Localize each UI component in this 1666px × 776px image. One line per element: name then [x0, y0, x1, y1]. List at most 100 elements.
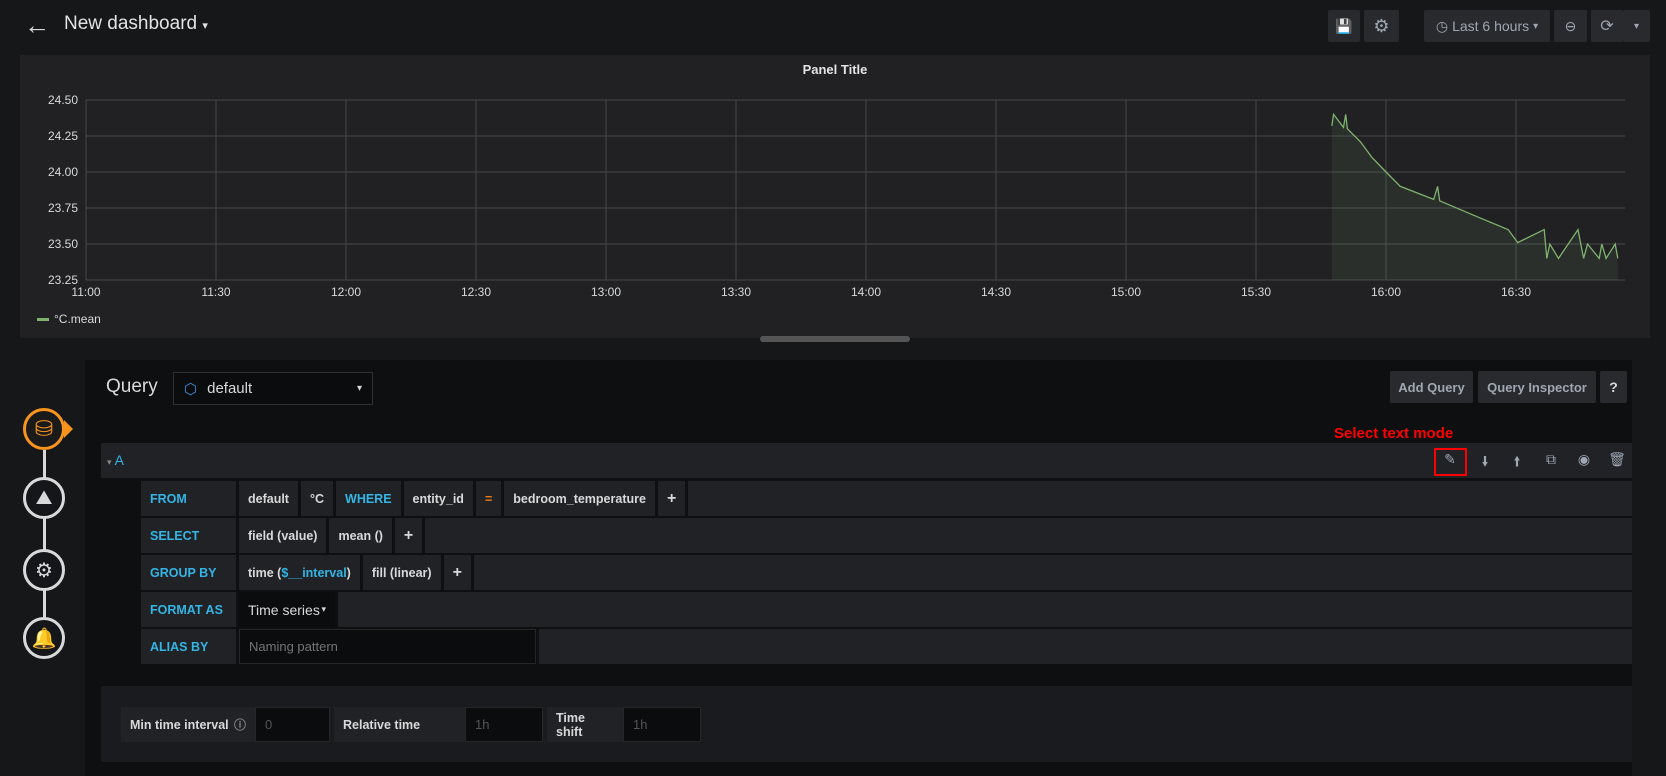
save-button[interactable]: 💾	[1328, 10, 1360, 42]
caret-down-icon: ▾	[321, 604, 326, 614]
settings-button[interactable]: ⚙	[1364, 10, 1399, 42]
query-options: Min time interval ⓘ 0 Relative time 1h Ti…	[121, 707, 701, 742]
time-group-segment[interactable]: time ($__interval)	[239, 555, 360, 590]
from-label: FROM	[141, 481, 236, 516]
series-area	[1331, 114, 1618, 281]
x-tick-label: 16:00	[1371, 285, 1401, 299]
x-tick-label: 11:30	[201, 285, 230, 299]
gear-icon: ⚙	[1373, 15, 1390, 36]
time-range-label: Last 6 hours	[1452, 18, 1530, 34]
database-icon: ⛁	[34, 416, 54, 441]
refresh-interval-dropdown[interactable]: ▾	[1623, 10, 1650, 42]
x-tick-label: 12:30	[461, 285, 491, 299]
add-query-button[interactable]: Add Query	[1390, 371, 1473, 403]
legend-item[interactable]: °C.mean	[37, 312, 101, 326]
tag-value-segment[interactable]: bedroom_temperature	[504, 481, 655, 516]
x-tick-label: 15:30	[1241, 285, 1271, 299]
x-tick-label: 13:30	[721, 285, 751, 299]
x-tick-label: 15:00	[1111, 285, 1141, 299]
rail-queries-button[interactable]: ⛁	[23, 408, 65, 450]
legend-label: °C.mean	[54, 312, 101, 326]
zoom-out-button[interactable]: ⊖	[1554, 10, 1587, 42]
y-tick-label: 24.25	[48, 129, 78, 143]
row-filler	[473, 555, 1632, 590]
annotation-select-text-mode: Select text mode	[1334, 425, 1454, 442]
min-interval-label: Min time interval ⓘ	[121, 707, 255, 742]
help-button[interactable]: ?	[1600, 371, 1627, 403]
policy-segment[interactable]: default	[239, 481, 298, 516]
add-select-button[interactable]: +	[394, 518, 423, 553]
time-shift-label: Time shift	[547, 707, 623, 742]
refresh-button[interactable]: ⟳	[1591, 10, 1623, 42]
query-row-header	[101, 443, 1632, 478]
dashboard-title-text: New dashboard	[64, 13, 198, 34]
alias-by-row: ALIAS BY	[141, 629, 1632, 664]
time-picker-button[interactable]: ◷ Last 6 hours ▾	[1424, 10, 1550, 42]
add-where-button[interactable]: +	[657, 481, 686, 516]
time-series-chart: 23.2523.5023.7524.0024.2524.5011:00 11:30…	[48, 93, 1625, 299]
relative-time-input[interactable]: 1h	[465, 707, 543, 742]
zoom-out-icon: ⊖	[1564, 17, 1577, 34]
eye-icon[interactable]: ◉	[1574, 451, 1594, 468]
pencil-icon[interactable]: ✎	[1440, 451, 1460, 468]
arrow-down-icon[interactable]: 🠛	[1475, 451, 1495, 475]
panel-resize-handle[interactable]	[760, 336, 910, 342]
x-tick-label: 13:00	[591, 285, 621, 299]
min-interval-input[interactable]: 0	[255, 707, 330, 742]
settings-icon: ⚙	[35, 559, 53, 582]
query-heading: Query	[106, 376, 158, 397]
format-as-select[interactable]: Time series ▾	[239, 592, 335, 627]
add-group-by-button[interactable]: +	[443, 555, 471, 590]
graph-panel: Panel Title 23.25 23.50 23.75 24.00 24.25 24.…	[20, 55, 1650, 338]
caret-down-icon: ▾	[1533, 20, 1539, 32]
caret-down-icon: ▾	[1633, 20, 1640, 32]
copy-icon[interactable]: ⧉	[1541, 451, 1561, 468]
min-interval-text: Min time interval	[130, 717, 229, 732]
format-as-label: FORMAT AS	[141, 592, 236, 627]
group-by-label: GROUP BY	[141, 555, 236, 590]
clock-icon: ◷	[1435, 17, 1449, 34]
format-as-row: FORMAT AS Time series ▾	[141, 592, 1632, 627]
caret-down-icon: ▾	[356, 383, 362, 394]
where-keyword: WHERE	[336, 481, 401, 516]
alias-by-label: ALIAS BY	[141, 629, 236, 664]
dashboard-title[interactable]: New dashboard ▾	[64, 13, 208, 35]
rail-connector	[43, 450, 46, 620]
query-collapse-toggle[interactable]: ▾ A	[107, 452, 124, 468]
row-filler	[539, 629, 1632, 664]
tag-key-segment[interactable]: entity_id	[403, 481, 473, 516]
operator-segment[interactable]: =	[475, 481, 502, 516]
field-segment[interactable]: field (value)	[239, 518, 327, 553]
arrow-up-icon[interactable]: 🠙	[1507, 451, 1527, 475]
row-filler	[338, 592, 1632, 627]
trash-icon[interactable]: 🗑	[1607, 451, 1627, 468]
rail-alert-button[interactable]: 🔔	[23, 617, 65, 659]
info-icon[interactable]: ⓘ	[234, 716, 246, 733]
group-by-row: GROUP BY time ($__interval) fill (linear…	[141, 555, 1632, 590]
x-tick-label: 14:30	[981, 285, 1011, 299]
time-fn: time (	[248, 565, 282, 580]
select-row: SELECT field (value) mean () +	[141, 518, 1632, 553]
datasource-select[interactable]: ⬡ default ▾	[173, 372, 373, 405]
alias-by-input[interactable]	[239, 629, 536, 664]
aggregation-segment[interactable]: mean ()	[329, 518, 392, 553]
x-tick-label: 16:30	[1501, 285, 1531, 299]
rail-visualization-button[interactable]: ⛰	[23, 477, 65, 519]
caret-down-icon: ▾	[107, 457, 112, 467]
row-filler	[425, 518, 1632, 553]
rail-general-button[interactable]: ⚙	[23, 549, 65, 591]
select-label: SELECT	[141, 518, 236, 553]
time-shift-input[interactable]: 1h	[623, 707, 701, 742]
legend-swatch	[37, 317, 49, 321]
caret-down-icon: ▾	[202, 20, 208, 32]
x-tick-label: 12:00	[331, 285, 361, 299]
datasource-icon: ⬡	[184, 380, 198, 398]
fill-segment[interactable]: fill (linear)	[362, 555, 441, 590]
query-ref-id: A	[114, 452, 124, 468]
back-arrow-icon[interactable]: ←	[24, 10, 50, 41]
measurement-segment[interactable]: °C	[300, 481, 334, 516]
y-tick-label: 24.00	[48, 165, 78, 179]
relative-time-label: Relative time	[334, 707, 465, 742]
bell-icon: 🔔	[31, 627, 57, 650]
query-inspector-button[interactable]: Query Inspector	[1478, 371, 1596, 403]
